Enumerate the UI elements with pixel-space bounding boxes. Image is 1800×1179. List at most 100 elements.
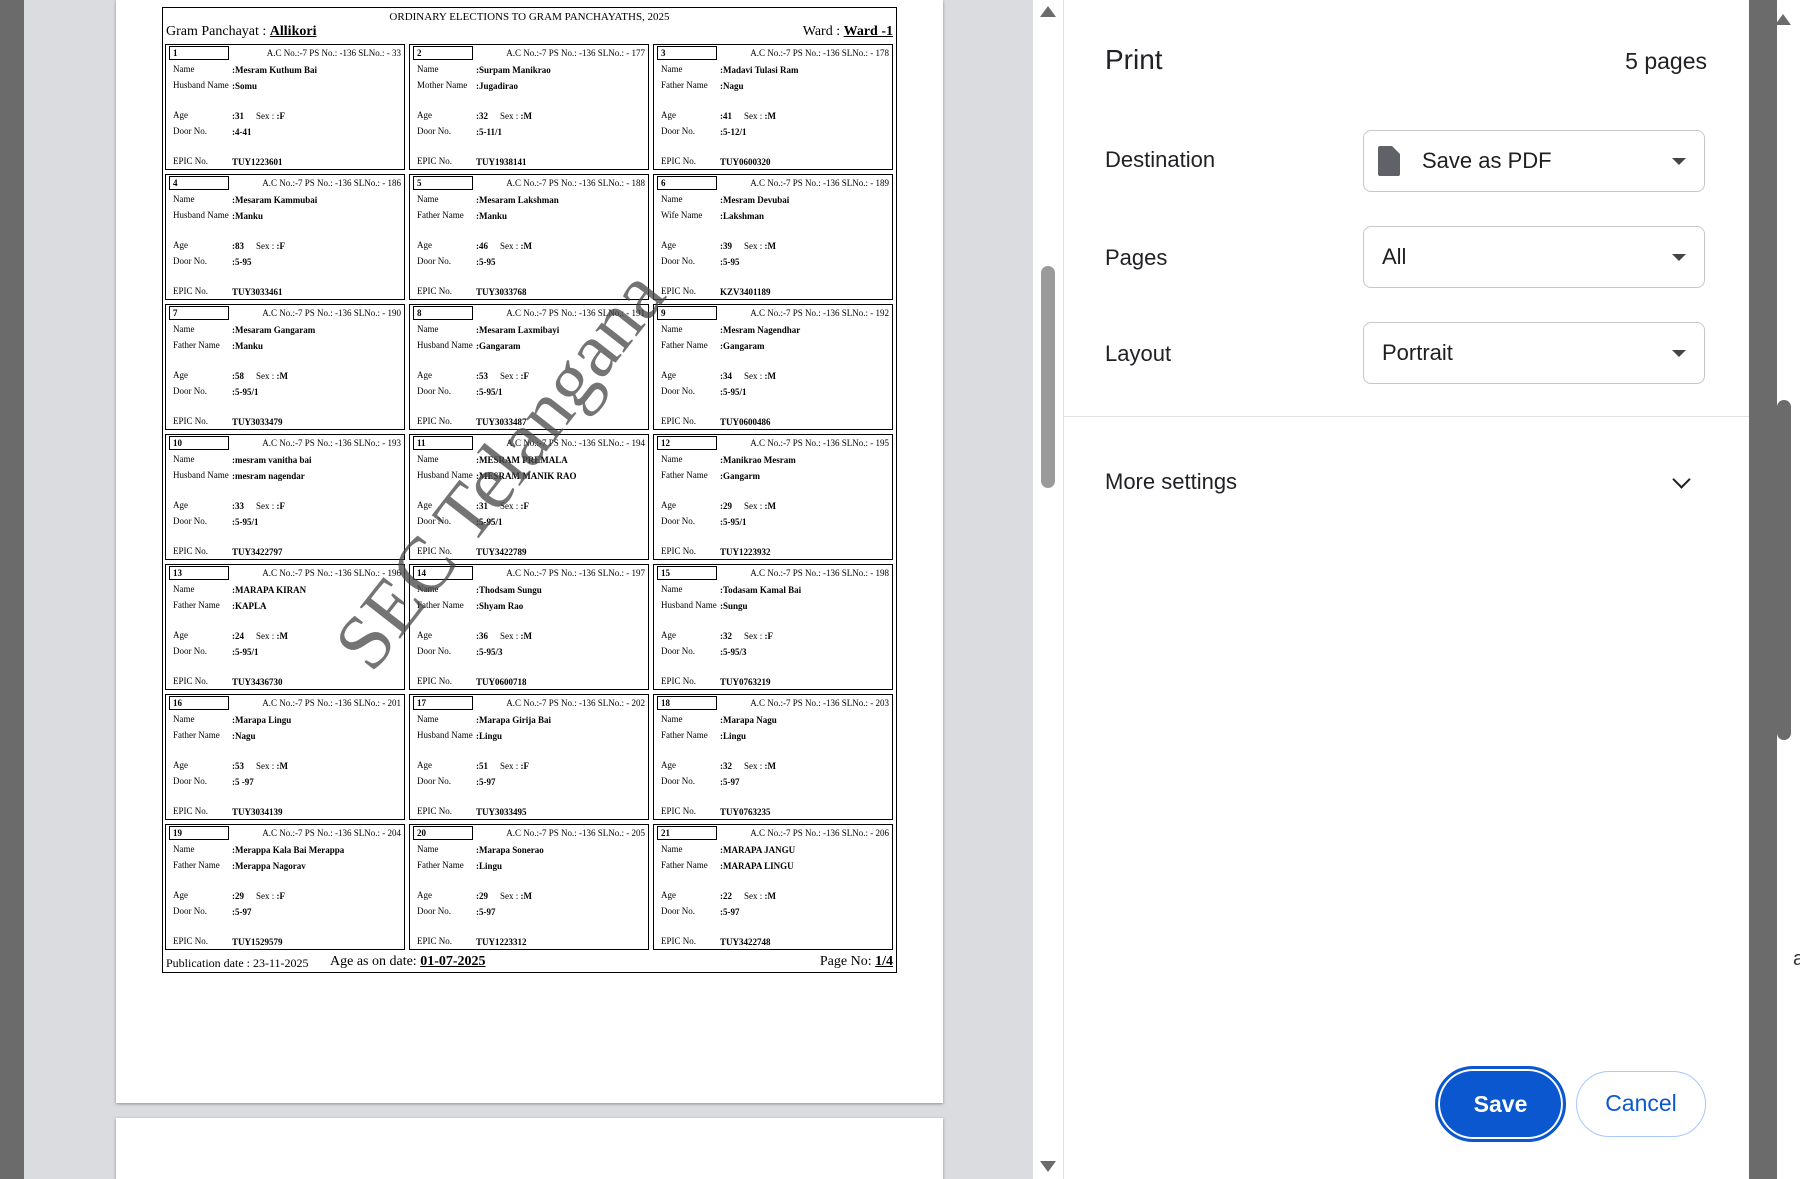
layout-select[interactable]: Portrait	[1363, 322, 1705, 384]
epic-number: TUY0600320	[720, 157, 771, 167]
voter-name: :Mesaram Laxmibayi	[476, 325, 560, 335]
sex-label: Sex :	[744, 631, 765, 641]
print-preview-area: ORDINARY ELECTIONS TO GRAM PANCHAYATHS, …	[0, 0, 1063, 1179]
sex-field: Sex : :M	[500, 111, 532, 121]
relation-label: Father Name	[661, 470, 708, 480]
card-header: A.C No.:-7 PS No.: -136 SLNo.: - 202	[506, 698, 645, 708]
epic-label: EPIC No.	[661, 546, 697, 556]
age-value: :51	[476, 761, 488, 771]
relation-name: :mesram nagendar	[232, 471, 305, 481]
epic-label: EPIC No.	[173, 416, 209, 426]
sex-label: Sex :	[256, 241, 277, 251]
panel-divider	[1063, 0, 1064, 1179]
sex-label: Sex :	[500, 111, 521, 121]
door-label: Door No.	[173, 256, 207, 266]
layout-value: Portrait	[1382, 340, 1453, 365]
relation-name: :Sungu	[720, 601, 748, 611]
sex-value: :M	[764, 761, 777, 771]
relation-name: :Somu	[232, 81, 258, 91]
relation-name: :Lingu	[476, 861, 503, 871]
save-button[interactable]: Save	[1435, 1066, 1566, 1142]
name-label: Name	[417, 454, 439, 464]
name-label: Name	[173, 844, 195, 854]
sex-field: Sex : :F	[744, 631, 773, 641]
voter-card: 2 A.C No.:-7 PS No.: -136 SLNo.: - 177 Nam…	[409, 44, 649, 170]
age-value: :29	[232, 891, 244, 901]
door-label: Door No.	[661, 906, 695, 916]
age-label: Age	[661, 760, 676, 770]
sex-field: Sex : :F	[256, 501, 285, 511]
voter-card: 21 A.C No.:-7 PS No.: -136 SLNo.: - 206 Na…	[653, 824, 893, 950]
pages-select[interactable]: All	[1363, 226, 1705, 288]
sex-field: Sex : :M	[500, 891, 532, 901]
name-label: Name	[661, 454, 683, 464]
card-header: A.C No.:-7 PS No.: -136 SLNo.: - 204	[262, 828, 401, 838]
sex-label: Sex :	[744, 501, 765, 511]
relation-label: Father Name	[173, 730, 220, 740]
gram-panchayat-label: Gram Panchayat :	[166, 24, 270, 39]
age-value: :83	[232, 241, 244, 251]
sex-value: :F	[520, 501, 530, 511]
door-number: :5 -97	[232, 777, 254, 787]
relation-label: Husband Name	[417, 730, 473, 740]
epic-number: TUY1223932	[720, 547, 771, 557]
dropdown-arrow-icon	[1672, 254, 1686, 261]
scroll-down-arrow-icon[interactable]	[1040, 1161, 1056, 1172]
sex-field: Sex : :M	[256, 631, 288, 641]
relation-name: :Nagu	[232, 731, 256, 741]
door-number: :5-97	[232, 907, 252, 917]
voter-card: 6 A.C No.:-7 PS No.: -136 SLNo.: - 189 Nam…	[653, 174, 893, 300]
relation-name: :Gangaram	[720, 341, 765, 351]
epic-number: TUY1938141	[476, 157, 527, 167]
age-label: Age	[173, 630, 188, 640]
sex-label: Sex :	[256, 631, 277, 641]
preview-scrollbar-thumb[interactable]	[1041, 266, 1055, 488]
cancel-button[interactable]: Cancel	[1576, 1071, 1706, 1137]
age-value: :39	[720, 241, 732, 251]
door-number: :5-95/1	[232, 517, 259, 527]
epic-number: TUY3422789	[476, 547, 527, 557]
voter-card: 8 A.C No.:-7 PS No.: -136 SLNo.: - 191 Nam…	[409, 304, 649, 430]
relation-name: :Lingu	[720, 731, 747, 741]
card-header: A.C No.:-7 PS No.: -136 SLNo.: - 186	[262, 178, 401, 188]
relation-label: Father Name	[173, 600, 220, 610]
sex-label: Sex :	[500, 371, 521, 381]
card-header: A.C No.:-7 PS No.: -136 SLNo.: - 192	[750, 308, 889, 318]
door-number: :5-97	[720, 777, 740, 787]
dialog-scrollbar-thumb[interactable]	[1777, 400, 1791, 740]
page-number-value: 1/4	[875, 954, 893, 969]
card-header: A.C No.:-7 PS No.: -136 SLNo.: - 177	[506, 48, 645, 58]
age-label: Age	[661, 240, 676, 250]
door-label: Door No.	[417, 646, 451, 656]
voter-name: :Surpam Manikrao	[476, 65, 551, 75]
voter-card: 20 A.C No.:-7 PS No.: -136 SLNo.: - 205 Na…	[409, 824, 649, 950]
sex-field: Sex : :F	[500, 501, 529, 511]
sex-label: Sex :	[500, 631, 521, 641]
sex-field: Sex : :F	[256, 891, 285, 901]
scroll-up-arrow-icon[interactable]	[1775, 14, 1791, 25]
age-value: :46	[476, 241, 488, 251]
age-label: Age	[661, 500, 676, 510]
more-settings-toggle[interactable]: More settings	[1105, 469, 1237, 495]
preview-scrollbar[interactable]	[1033, 0, 1063, 1179]
page-number-label: Page No:	[819, 954, 876, 969]
age-as-on-value: 01-07-2025	[420, 954, 486, 969]
epic-number: TUY0763219	[720, 677, 771, 687]
destination-label: Destination	[1105, 147, 1216, 172]
door-label: Door No.	[417, 516, 451, 526]
door-label: Door No.	[417, 256, 451, 266]
scroll-up-arrow-icon[interactable]	[1040, 6, 1056, 17]
sex-value: :F	[276, 891, 286, 901]
name-label: Name	[173, 64, 195, 74]
voter-name: :Merappa Kala Bai Merappa	[232, 845, 345, 855]
voter-name: :Todasam Kamal Bai	[720, 585, 802, 595]
dialog-scrollbar-track[interactable]	[1749, 0, 1777, 1179]
ward-label: Ward :	[802, 24, 844, 39]
relation-name: :Lingu	[476, 731, 503, 741]
relation-label: Husband Name	[173, 210, 229, 220]
card-header: A.C No.:-7 PS No.: -136 SLNo.: - 189	[750, 178, 889, 188]
destination-value: Save as PDF	[1422, 148, 1552, 173]
serial-number: 13	[169, 566, 229, 580]
name-label: Name	[173, 714, 195, 724]
destination-select[interactable]: Save as PDF	[1363, 130, 1705, 192]
